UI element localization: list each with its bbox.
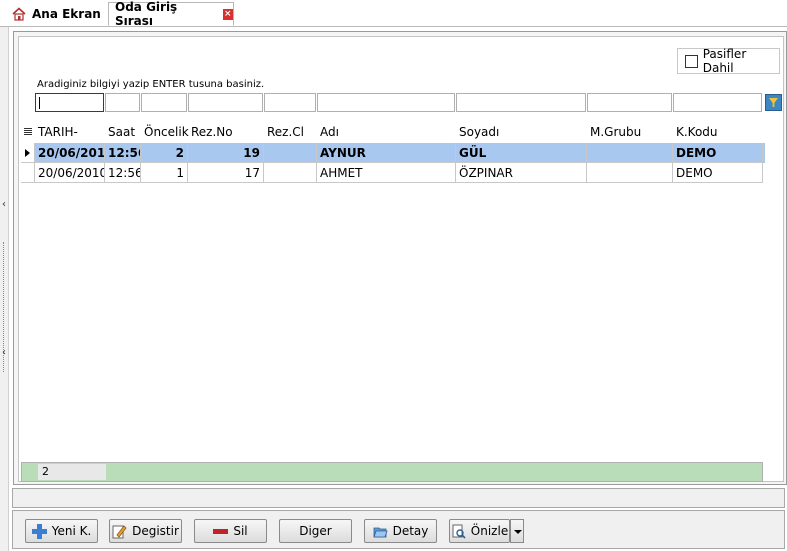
edit-button[interactable]: Degistir — [109, 519, 182, 543]
column-header[interactable]: Rez.Cl — [264, 122, 317, 142]
filter-input-rezcl[interactable] — [264, 93, 316, 112]
button-label: Sil — [233, 524, 248, 538]
cell-soyadi[interactable]: GÜL — [456, 143, 587, 163]
checkbox-label: Pasifler Dahil — [702, 47, 747, 75]
tab-ana-ekran[interactable]: Ana Ekran — [12, 3, 101, 25]
other-button[interactable]: Diger — [279, 519, 352, 543]
column-chooser-icon[interactable] — [21, 122, 35, 142]
filter-input-tarih[interactable] — [35, 93, 104, 112]
list-container: Pasifler Dahil Aradiginiz bilgiyi yazip … — [18, 36, 784, 482]
cell-tarih[interactable]: 20/06/2010 — [35, 163, 105, 183]
collapse-arrow-icon[interactable]: ‹ — [0, 199, 8, 210]
detail-button[interactable]: Detay — [364, 519, 437, 543]
plus-icon — [31, 523, 47, 539]
filter-input-kkodu[interactable] — [673, 93, 762, 112]
main-panel: Pasifler Dahil Aradiginiz bilgiyi yazip … — [13, 31, 787, 485]
row-indicator — [21, 143, 35, 163]
column-header[interactable]: M.Grubu — [587, 122, 673, 142]
filter-input-rezno[interactable] — [188, 93, 263, 112]
filter-input-soyadi[interactable] — [456, 93, 586, 112]
new-button[interactable]: Yeni K. — [25, 519, 98, 543]
cell-saat[interactable]: 12:56 — [105, 143, 141, 163]
filter-input-mgrubu[interactable] — [587, 93, 672, 112]
preview-icon — [451, 524, 466, 539]
filter-input-oncelik[interactable] — [141, 93, 187, 112]
preview-button[interactable]: Önizle — [449, 519, 510, 543]
cell-rezno[interactable]: 17 — [188, 163, 264, 183]
button-label: Önizle — [470, 524, 509, 538]
filter-input-saat[interactable] — [105, 93, 140, 112]
cell-rezcl[interactable] — [264, 143, 317, 163]
table-row[interactable]: 20/06/2010 12:56 1 17 AHMET ÖZPINAR DEMO — [21, 163, 765, 183]
pasifler-dahil-checkbox[interactable]: Pasifler Dahil — [677, 47, 780, 75]
cell-oncelik[interactable]: 1 — [141, 163, 188, 183]
cell-kkodu[interactable]: DEMO — [673, 143, 763, 163]
column-header[interactable]: Rez.No — [188, 122, 264, 142]
cell-rezno[interactable]: 19 — [188, 143, 264, 163]
data-grid: TARIH- Saat Öncelik Rez.No Rez.Cl Adı So… — [21, 122, 765, 460]
grid-footer: 2 — [21, 462, 763, 482]
cell-adi[interactable]: AYNUR — [317, 143, 456, 163]
minus-icon — [213, 524, 229, 539]
tab-label: Ana Ekran — [32, 7, 101, 21]
record-count: 2 — [38, 464, 106, 480]
cell-soyadi[interactable]: ÖZPINAR — [456, 163, 587, 183]
column-header[interactable]: Öncelik — [141, 122, 189, 142]
cell-rezcl[interactable] — [264, 163, 317, 183]
cell-kkodu[interactable]: DEMO — [673, 163, 763, 183]
button-label: Detay — [392, 524, 429, 538]
left-collapse-strip[interactable]: ‹ ‹ — [0, 27, 9, 551]
checkbox-box[interactable] — [685, 54, 698, 68]
bottom-toolbar: Yeni K. Degistir Sil Diger Detay Önizle — [12, 510, 785, 549]
folder-icon — [373, 524, 388, 539]
home-icon — [12, 7, 26, 21]
button-label: Diger — [299, 524, 332, 538]
collapse-arrow-icon[interactable]: ‹ — [0, 347, 8, 358]
filter-icon[interactable] — [765, 94, 782, 111]
status-strip — [12, 488, 785, 508]
table-row[interactable]: 20/06/2010 12:56 2 19 AYNUR GÜL DEMO — [21, 143, 765, 163]
column-header[interactable]: Adı — [317, 122, 456, 142]
delete-button[interactable]: Sil — [194, 519, 267, 543]
cell-oncelik[interactable]: 2 — [141, 143, 188, 163]
cell-adi[interactable]: AHMET — [317, 163, 456, 183]
close-icon[interactable]: × — [222, 8, 233, 20]
button-label: Degistir — [132, 524, 179, 538]
cell-tarih[interactable]: 20/06/2010 — [35, 143, 105, 163]
cell-mgrubu[interactable] — [587, 143, 673, 163]
current-row-icon — [25, 149, 30, 157]
preview-dropdown-chevron-down-icon[interactable] — [510, 519, 524, 543]
column-header[interactable]: Soyadı — [456, 122, 587, 142]
row-indicator — [21, 163, 35, 183]
tab-label: Oda Giriş Sırası — [115, 0, 178, 28]
button-label: Yeni K. — [51, 524, 92, 538]
tab-oda-giris-sirasi[interactable]: Oda Giriş Sırası × — [108, 0, 234, 28]
cell-saat[interactable]: 12:56 — [105, 163, 141, 183]
grid-header: TARIH- Saat Öncelik Rez.No Rez.Cl Adı So… — [21, 122, 765, 142]
search-hint: Aradiginiz bilgiyi yazip ENTER tusuna ba… — [37, 79, 265, 90]
column-header[interactable]: K.Kodu — [673, 122, 763, 142]
tab-bar: Ana Ekran Oda Giriş Sırası × — [0, 0, 787, 28]
column-header[interactable]: Saat — [105, 122, 141, 142]
column-header[interactable]: TARIH- — [35, 122, 105, 142]
cell-mgrubu[interactable] — [587, 163, 673, 183]
edit-icon — [112, 524, 127, 539]
filter-input-adi[interactable] — [317, 93, 455, 112]
